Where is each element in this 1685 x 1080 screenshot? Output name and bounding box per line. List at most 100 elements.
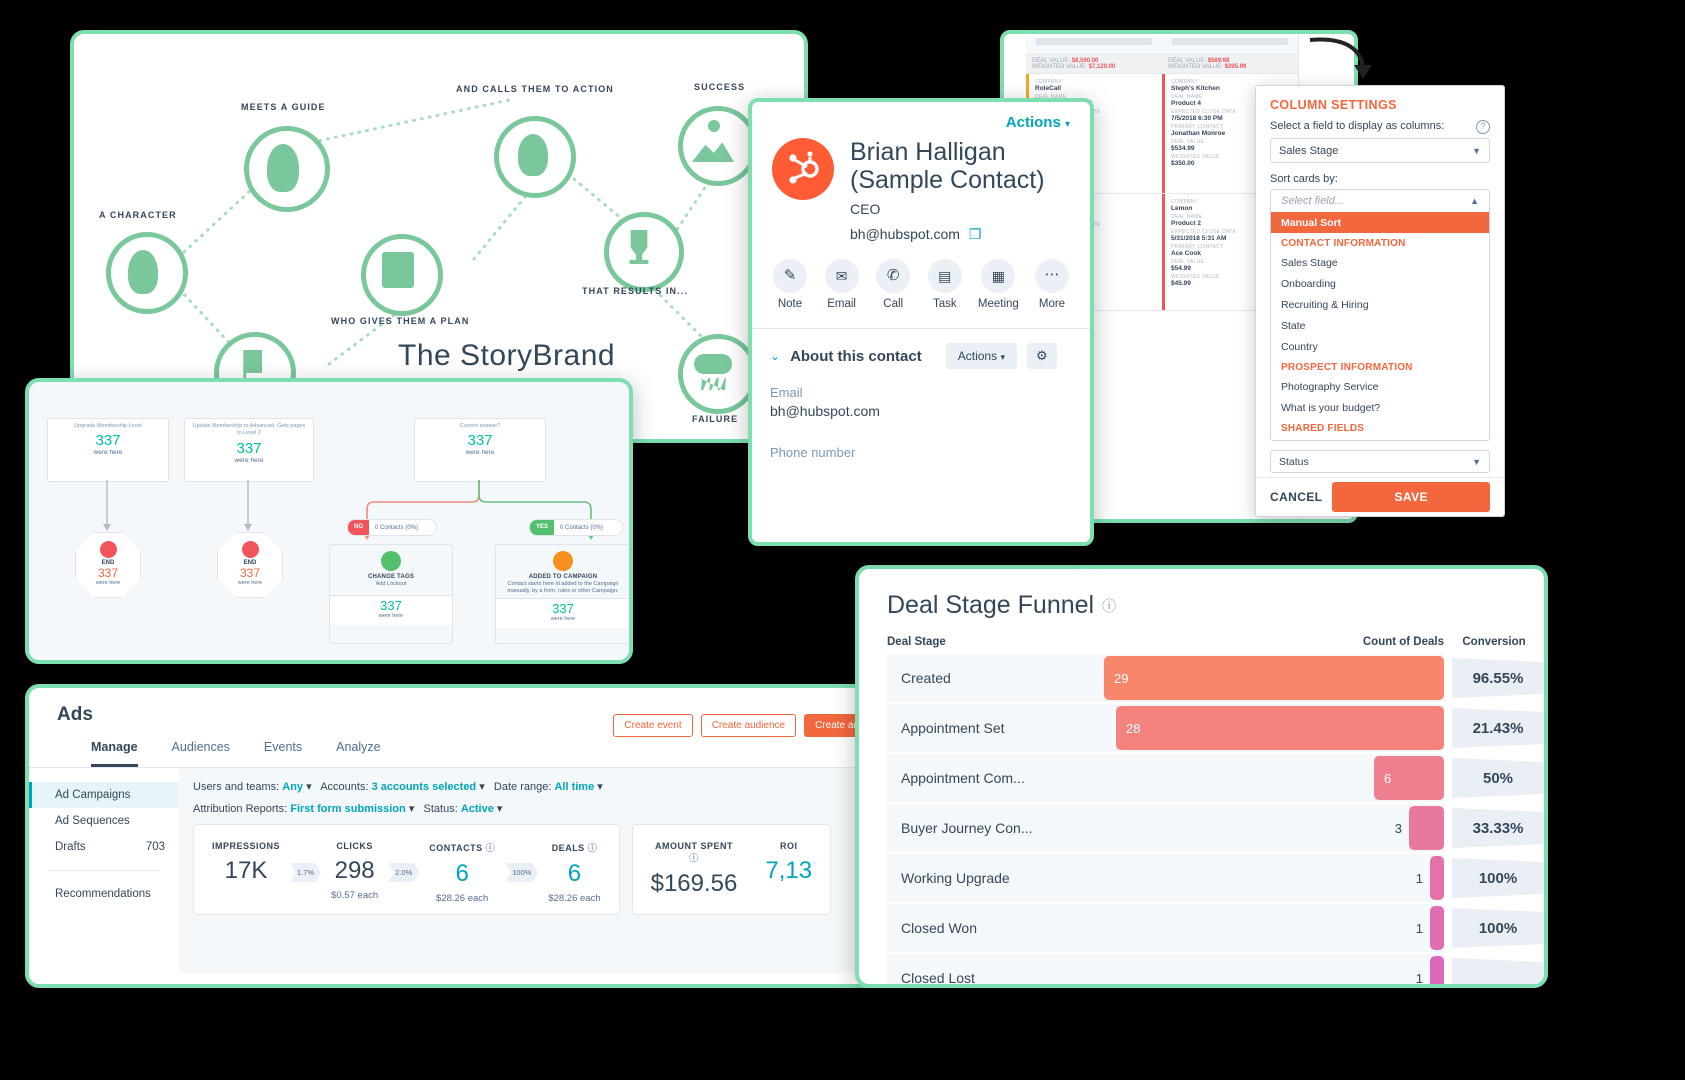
workflow-action-card-0[interactable]: CHANGE TAGS Add Lockout 337 were here xyxy=(329,544,453,644)
field-select[interactable]: Sales Stage ▼ xyxy=(1270,138,1490,163)
funnel-bar[interactable]: 28 xyxy=(1116,706,1444,750)
quick-action-note[interactable]: ✎ Note xyxy=(766,259,814,310)
funnel-conversion: 100% xyxy=(1452,908,1544,948)
option-recruiting-hiring[interactable]: Recruiting & Hiring xyxy=(1271,294,1489,315)
contact-field-phone: Phone number xyxy=(752,419,1090,474)
funnel-bar[interactable] xyxy=(1430,906,1444,950)
info-icon[interactable]: ⓘ xyxy=(1102,596,1116,616)
sidebar-item-recommendations[interactable]: Recommendations xyxy=(29,881,179,907)
sidebar-item-ad-sequences[interactable]: Ad Sequences xyxy=(29,808,179,834)
sort-placeholder-row[interactable]: Select field... ▲ xyxy=(1271,190,1489,212)
filter-users-value[interactable]: Any xyxy=(282,781,303,793)
create-event-button[interactable]: Create event xyxy=(613,714,693,737)
funnel-row[interactable]: Working Upgrade 1 100% xyxy=(887,854,1544,902)
option-photography-service[interactable]: Photography Service xyxy=(1271,376,1489,397)
workflow-end-node-0[interactable]: END 337 were here xyxy=(75,532,141,598)
conversion-chevron-1: 2.0% xyxy=(388,863,420,882)
chevron-down-icon: ▾ xyxy=(1064,119,1070,130)
sidebar-label: Recommendations xyxy=(55,888,151,900)
quick-action-meeting[interactable]: ▦ Meeting xyxy=(972,259,1024,310)
about-actions-label: Actions xyxy=(957,349,998,363)
filter-attribution-value[interactable]: First form submission xyxy=(290,803,406,815)
quick-action-more[interactable]: ⋯ More xyxy=(1028,259,1076,310)
metric-card-funnel: IMPRESSIONS 17K 1.7% CLICKS 298 $0.57 ea… xyxy=(193,824,620,915)
funnel-row[interactable]: Closed Won 1 100% xyxy=(887,904,1544,952)
workflow-end-node-1[interactable]: END 337 were here xyxy=(217,532,283,598)
sort-placeholder-text: Select field... xyxy=(1281,195,1344,207)
funnel-row[interactable]: Closed Lost 1 xyxy=(887,954,1544,986)
option-manual-sort[interactable]: Manual Sort xyxy=(1271,212,1489,233)
field-value[interactable]: bh@hubspot.com xyxy=(770,403,1072,419)
quick-action-call[interactable]: ✆ Call xyxy=(869,259,917,310)
contact-actions-button[interactable]: Actions ▾ xyxy=(1006,114,1070,131)
ads-main: Users and teams: Any ▾ Accounts: 3 accou… xyxy=(179,768,884,973)
box-count: 337 xyxy=(467,432,493,450)
info-icon[interactable]: ⓘ xyxy=(588,843,598,853)
filter-status-value[interactable]: Active xyxy=(461,803,494,815)
sidebar-item-drafts[interactable]: Drafts 703 xyxy=(29,834,179,860)
metric-roi: ROI 7,13 xyxy=(751,841,826,904)
filter-accounts-value[interactable]: 3 accounts selected xyxy=(372,781,477,793)
cancel-button[interactable]: CANCEL xyxy=(1270,490,1322,504)
branch-no-text: 0 Contacts (0%) xyxy=(375,524,419,531)
about-actions-button[interactable]: Actions ▾ xyxy=(945,343,1017,369)
metric-key-text: AMOUNT SPENT xyxy=(654,841,733,851)
contact-identity: Brian Halligan (Sample Contact) CEO bh@h… xyxy=(850,138,1045,243)
quick-action-task[interactable]: ▤ Task xyxy=(921,259,969,310)
save-button[interactable]: SAVE xyxy=(1332,482,1490,512)
create-audience-button[interactable]: Create audience xyxy=(700,714,797,737)
branch-badge-no[interactable]: NO 0 Contacts (0%) xyxy=(347,519,437,536)
funnel-bar[interactable] xyxy=(1430,956,1444,984)
option-country[interactable]: Country xyxy=(1271,336,1489,357)
gear-icon[interactable]: ⚙ xyxy=(1026,343,1057,369)
tab-events[interactable]: Events xyxy=(264,740,302,767)
node-failure xyxy=(678,334,758,414)
tab-audiences[interactable]: Audiences xyxy=(172,740,230,767)
funnel-count-outside: 1 xyxy=(1415,970,1423,986)
funnel-bar[interactable]: 6 xyxy=(1374,756,1444,800)
sidebar-label: Drafts xyxy=(55,841,86,853)
option-current-challenge[interactable]: Current Challenge xyxy=(1271,437,1489,440)
node-success xyxy=(678,106,758,186)
help-icon[interactable]: ? xyxy=(1476,120,1490,134)
tab-analyze[interactable]: Analyze xyxy=(336,740,380,767)
option-onboarding[interactable]: Onboarding xyxy=(1271,273,1489,294)
workflow-top-box-1[interactable]: Update Membership to Advanced. Gets page… xyxy=(184,418,314,482)
sidebar-count: 703 xyxy=(145,841,165,853)
contact-name-suffix: (Sample Contact) xyxy=(850,166,1045,194)
quick-actions: ✎ Note ✉ Email ✆ Call ▤ Task ▦ Meeting ⋯… xyxy=(752,243,1090,310)
sort-field-dropdown[interactable]: Select field... ▲ Manual Sort CONTACT IN… xyxy=(1270,189,1490,441)
info-icon[interactable]: ⓘ xyxy=(486,843,496,853)
workflow-top-box-0[interactable]: Upgrade Membership Level 337 were here xyxy=(47,418,169,482)
funnel-row[interactable]: Buyer Journey Con... 3 33.33% xyxy=(887,804,1544,852)
funnel-row[interactable]: Appointment Set 28 21.43% xyxy=(887,704,1544,752)
tab-manage[interactable]: Manage xyxy=(91,740,138,767)
task-icon: ▤ xyxy=(927,259,962,293)
option-sales-stage[interactable]: Sales Stage xyxy=(1271,252,1489,273)
option-state[interactable]: State xyxy=(1271,315,1489,336)
action-subtitle: Add Lockout xyxy=(375,581,407,587)
funnel-row[interactable]: Appointment Com... 6 50% xyxy=(887,754,1544,802)
funnel-bar[interactable] xyxy=(1430,856,1444,900)
failure-cloud xyxy=(694,354,732,374)
copy-icon[interactable]: ❐ xyxy=(969,226,982,242)
option-budget[interactable]: What is your budget? xyxy=(1271,397,1489,418)
funnel-row[interactable]: Created 29 96.55% xyxy=(887,654,1544,702)
filter-daterange-value[interactable]: All time xyxy=(554,781,594,793)
quick-action-label: Note xyxy=(777,298,803,310)
status-select[interactable]: Status ▼ xyxy=(1270,450,1490,473)
branch-badge-yes[interactable]: YES 0 Contacts (0%) xyxy=(529,519,623,536)
funnel-bar[interactable] xyxy=(1409,806,1444,850)
field-label: Phone number xyxy=(770,445,856,460)
funnel-bar[interactable]: 29 xyxy=(1104,656,1444,700)
quick-action-email[interactable]: ✉ Email xyxy=(818,259,866,310)
sidebar-item-ad-campaigns[interactable]: Ad Campaigns xyxy=(29,782,179,808)
field-value[interactable] xyxy=(770,460,1072,474)
sidebar-divider xyxy=(49,870,159,871)
info-icon[interactable]: ⓘ xyxy=(689,853,699,863)
chevron-down-icon[interactable]: ⌄ xyxy=(770,349,780,363)
workflow-top-box-2[interactable]: Current answer? 337 were here xyxy=(414,418,546,482)
end-were-here: were here xyxy=(237,580,263,586)
workflow-action-card-1[interactable]: ADDED TO CAMPAIGN Contact starts here id… xyxy=(495,544,629,644)
header-placeholder-bar xyxy=(1036,38,1152,45)
